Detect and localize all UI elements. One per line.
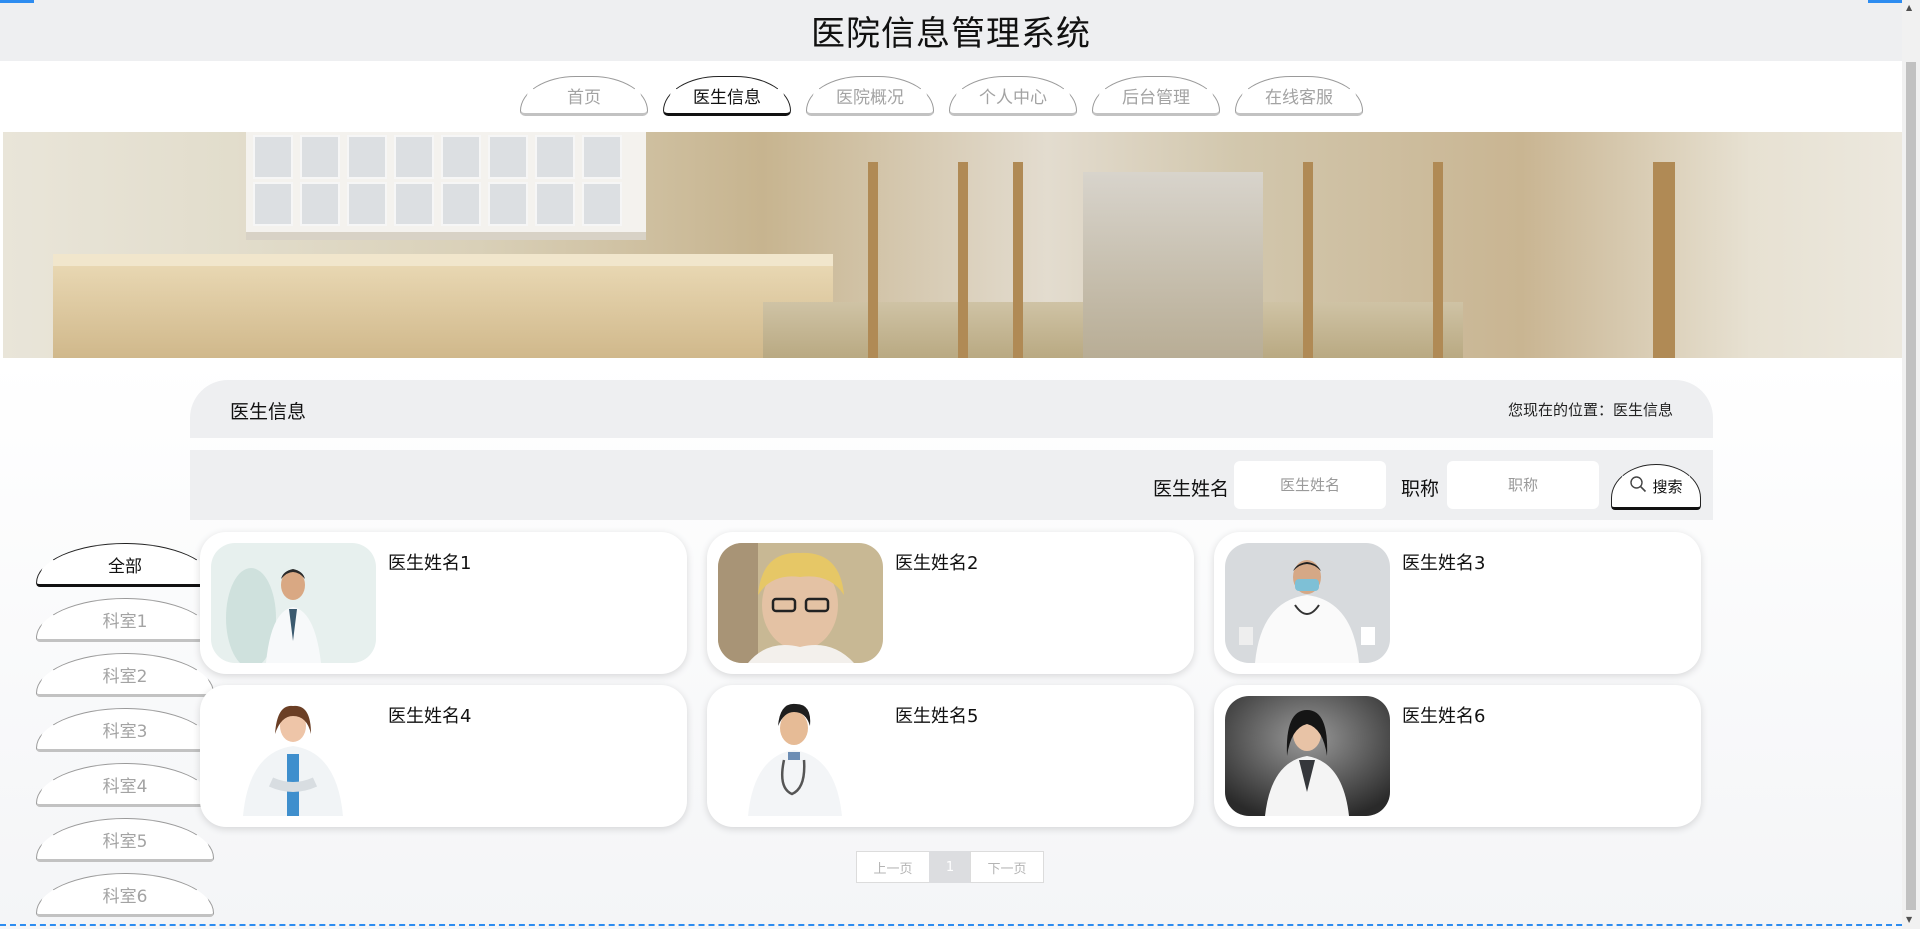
banner-pane bbox=[441, 135, 481, 179]
doctor-name[interactable]: 医生姓名3 bbox=[1402, 549, 1485, 575]
banner-pane bbox=[300, 135, 340, 179]
doctor-card[interactable]: 医生姓名2 bbox=[707, 532, 1194, 674]
vertical-scrollbar[interactable]: ▲ ▼ bbox=[1902, 0, 1920, 929]
department-item-all[interactable]: 全部 bbox=[36, 543, 214, 587]
banner-pane bbox=[441, 182, 481, 226]
doctor-name-input[interactable] bbox=[1234, 461, 1386, 509]
banner-pane bbox=[535, 182, 575, 226]
next-page-button[interactable]: 下一页 bbox=[970, 851, 1044, 883]
section-header: 医生信息 您现在的位置：医生信息 bbox=[190, 380, 1713, 438]
doctor-photo[interactable] bbox=[211, 696, 376, 816]
section-title: 医生信息 bbox=[230, 401, 307, 423]
banner-pane bbox=[347, 135, 387, 179]
banner-pane bbox=[300, 182, 340, 226]
banner-door bbox=[1433, 162, 1443, 358]
nav-tab-personal-center[interactable]: 个人中心 bbox=[949, 76, 1077, 116]
scrollbar-thumb[interactable] bbox=[1906, 62, 1916, 910]
search-bar: 医生姓名 职称 搜索 bbox=[190, 450, 1713, 520]
banner-door bbox=[868, 162, 878, 358]
doctor-name[interactable]: 医生姓名2 bbox=[895, 549, 978, 575]
banner-pane bbox=[582, 182, 622, 226]
page-viewport: 医院信息管理系统 首页 医生信息 医院概况 个人中心 后台管理 在线客服 医生信… bbox=[0, 0, 1902, 929]
scroll-up-arrow-icon[interactable]: ▲ bbox=[1906, 3, 1912, 12]
banner-pane bbox=[253, 135, 293, 179]
department-item-1[interactable]: 科室1 bbox=[36, 598, 214, 642]
doctor-grid: 医生姓名1 医生姓名2 医生姓名3 医生姓名4 医生姓名5 医生姓名6 bbox=[200, 532, 1705, 827]
nav-tab-home[interactable]: 首页 bbox=[520, 76, 648, 116]
doctor-photo[interactable] bbox=[718, 543, 883, 663]
department-item-2[interactable]: 科室2 bbox=[36, 653, 214, 697]
banner-pane bbox=[488, 182, 528, 226]
scroll-down-arrow-icon[interactable]: ▼ bbox=[1906, 915, 1912, 924]
banner-door bbox=[1303, 162, 1313, 358]
doctor-photo[interactable] bbox=[1225, 696, 1390, 816]
site-title: 医院信息管理系统 bbox=[811, 14, 1091, 54]
doctor-card[interactable]: 医生姓名6 bbox=[1214, 685, 1701, 827]
department-item-6[interactable]: 科室6 bbox=[36, 873, 214, 917]
search-icon bbox=[1629, 475, 1647, 497]
current-page[interactable]: 1 bbox=[929, 851, 971, 883]
main-nav: 首页 医生信息 医院概况 个人中心 后台管理 在线客服 bbox=[0, 61, 1902, 131]
banner-pane bbox=[253, 182, 293, 226]
banner-pane bbox=[535, 135, 575, 179]
department-item-3[interactable]: 科室3 bbox=[36, 708, 214, 752]
doctor-name-label: 医生姓名 bbox=[1153, 478, 1230, 500]
doctor-photo[interactable] bbox=[718, 696, 883, 816]
pagination: 上一页 1 下一页 bbox=[856, 851, 1044, 883]
breadcrumb: 您现在的位置：医生信息 bbox=[1507, 401, 1673, 419]
doctor-card[interactable]: 医生姓名1 bbox=[200, 532, 687, 674]
banner-door bbox=[1013, 162, 1023, 358]
nav-tab-admin[interactable]: 后台管理 bbox=[1092, 76, 1220, 116]
banner-door bbox=[1653, 162, 1675, 358]
banner-pane bbox=[394, 182, 434, 226]
banner-pane bbox=[347, 182, 387, 226]
doctor-photo[interactable] bbox=[1225, 543, 1390, 663]
prev-page-button[interactable]: 上一页 bbox=[856, 851, 930, 883]
bottom-border-line bbox=[0, 924, 1902, 926]
banner-pane bbox=[582, 135, 622, 179]
nav-tab-doctors[interactable]: 医生信息 bbox=[663, 76, 791, 116]
department-item-5[interactable]: 科室5 bbox=[36, 818, 214, 862]
banner-reception-desk bbox=[53, 254, 833, 358]
hospital-banner-image bbox=[3, 132, 1902, 358]
doctor-card[interactable]: 医生姓名3 bbox=[1214, 532, 1701, 674]
job-title-label: 职称 bbox=[1401, 478, 1440, 500]
banner-pane bbox=[394, 135, 434, 179]
doctor-card[interactable]: 医生姓名4 bbox=[200, 685, 687, 827]
search-button[interactable]: 搜索 bbox=[1611, 464, 1701, 510]
doctor-name[interactable]: 医生姓名4 bbox=[388, 702, 471, 728]
top-right-marker bbox=[1868, 0, 1902, 3]
doctor-card[interactable]: 医生姓名5 bbox=[707, 685, 1194, 827]
nav-tab-hospital-overview[interactable]: 医院概况 bbox=[806, 76, 934, 116]
department-menu: 全部 科室1 科室2 科室3 科室4 科室5 科室6 bbox=[36, 543, 214, 928]
search-button-label: 搜索 bbox=[1652, 477, 1683, 496]
banner-corridor bbox=[1083, 172, 1263, 358]
nav-tab-online-service[interactable]: 在线客服 bbox=[1235, 76, 1363, 116]
department-item-4[interactable]: 科室4 bbox=[36, 763, 214, 807]
banner-pane bbox=[488, 135, 528, 179]
doctor-name[interactable]: 医生姓名5 bbox=[895, 702, 978, 728]
top-header: 医院信息管理系统 bbox=[0, 0, 1902, 61]
doctor-name[interactable]: 医生姓名1 bbox=[388, 549, 471, 575]
job-title-input[interactable] bbox=[1447, 461, 1599, 509]
doctor-name[interactable]: 医生姓名6 bbox=[1402, 702, 1485, 728]
top-left-marker bbox=[0, 0, 34, 3]
doctor-photo[interactable] bbox=[211, 543, 376, 663]
banner-door bbox=[958, 162, 968, 358]
